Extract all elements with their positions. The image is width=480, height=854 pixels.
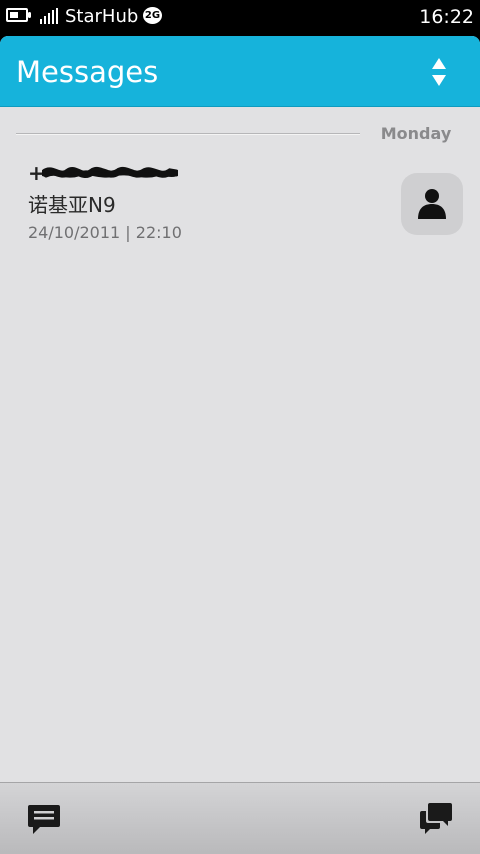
conversation-item[interactable]: + 诺基亚N9 24/10/2011 | 22:10: [0, 156, 480, 250]
page-title: Messages: [16, 55, 159, 89]
bottom-toolbar: [0, 782, 480, 854]
messages-app: Messages Monday + 诺基亚N9 24/10/2011 | 22:…: [0, 36, 480, 854]
new-message-button[interactable]: [26, 801, 62, 837]
conversation-preview: 诺基亚N9: [28, 193, 116, 217]
status-clock: 16:22: [419, 6, 474, 28]
sort-arrows-icon: [432, 58, 446, 86]
status-bar: StarHub 2G 16:22: [0, 0, 480, 34]
battery-tip: [28, 12, 31, 18]
sort-button[interactable]: [420, 52, 458, 92]
app-header: Messages: [0, 36, 480, 107]
section-divider: [16, 133, 360, 135]
conversation-timestamp: 24/10/2011 | 22:10: [28, 223, 182, 242]
phone-screen: StarHub 2G 16:22 Messages Monday + 诺基亚N9…: [0, 0, 480, 854]
new-message-icon: [28, 805, 60, 834]
network-type-badge: 2G: [143, 7, 162, 24]
battery-icon: [6, 8, 28, 22]
operator-name: StarHub: [65, 6, 139, 27]
section-header-day: Monday: [380, 124, 452, 143]
person-icon: [418, 189, 446, 219]
avatar[interactable]: [401, 173, 463, 235]
conversations-icon: [420, 803, 452, 834]
redacted-number-scribble: [42, 166, 178, 178]
signal-strength-icon: [40, 8, 60, 24]
conversations-button[interactable]: [418, 801, 454, 837]
